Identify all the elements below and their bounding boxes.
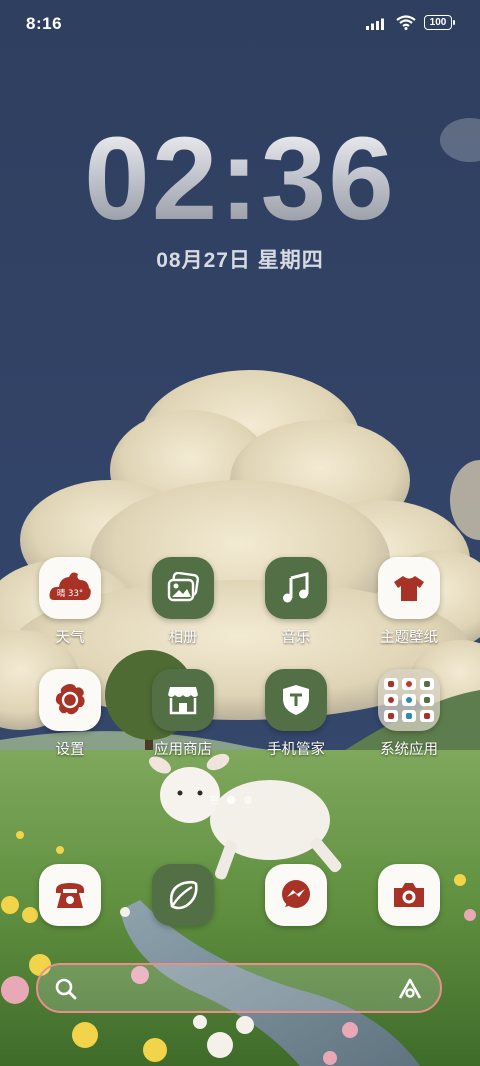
status-icons: 100: [366, 15, 455, 30]
page-indicator[interactable]: [210, 796, 252, 804]
status-time: 8:16: [26, 14, 63, 33]
page-list-icon: [210, 796, 218, 804]
weather-widget-text: 晴 33°: [57, 588, 83, 599]
dock-messenger[interactable]: [246, 864, 346, 926]
music-icon: [265, 557, 327, 619]
clock-date: 08月27日 星期四: [156, 249, 324, 272]
app-label: 系统应用: [380, 742, 438, 758]
folder-icon: [378, 669, 440, 731]
page-dot-active: [227, 796, 235, 804]
app-weather[interactable]: 晴 33° 天气: [20, 557, 120, 647]
app-store[interactable]: 应用商店: [133, 669, 233, 759]
app-phone-manager[interactable]: 手机管家: [246, 669, 346, 759]
search-bar[interactable]: [36, 963, 442, 1013]
status-bar: 8:16 100: [0, 0, 480, 50]
app-settings[interactable]: 设置: [20, 669, 120, 759]
weather-icon: 晴 33°: [39, 557, 101, 619]
app-label: 相册: [168, 630, 198, 646]
app-label: 应用商店: [154, 742, 212, 758]
app-themes[interactable]: 主题壁纸: [359, 557, 459, 647]
app-label: 音乐: [281, 630, 311, 646]
clock-widget[interactable]: 02:36 08月27日 星期四: [0, 120, 480, 274]
browser-leaf-icon: [152, 864, 214, 926]
messenger-icon: [265, 864, 327, 926]
phone-icon: [39, 864, 101, 926]
store-icon: [152, 669, 214, 731]
app-music[interactable]: 音乐: [246, 557, 346, 647]
app-gallery[interactable]: 相册: [133, 557, 233, 647]
app-label: 主题壁纸: [380, 630, 438, 646]
camera-icon: [378, 864, 440, 926]
app-label: 设置: [55, 742, 85, 758]
battery-icon: 100: [424, 15, 455, 30]
signal-icon: [366, 18, 384, 30]
dock-camera[interactable]: [359, 864, 459, 926]
ai-assistant-icon[interactable]: [396, 977, 424, 1001]
search-icon[interactable]: [54, 977, 78, 1001]
dock-phone[interactable]: [20, 864, 120, 926]
gallery-icon: [152, 557, 214, 619]
app-label: 天气: [55, 630, 85, 646]
app-label: 手机管家: [267, 742, 325, 758]
settings-icon: [39, 669, 101, 731]
security-shield-icon: [265, 669, 327, 731]
wifi-icon: [396, 15, 416, 30]
page-dot: [244, 796, 252, 804]
dock-browser[interactable]: [133, 864, 233, 926]
tshirt-icon: [378, 557, 440, 619]
app-system-folder[interactable]: 系统应用: [359, 669, 459, 759]
clock-time: 02:36: [0, 120, 480, 238]
